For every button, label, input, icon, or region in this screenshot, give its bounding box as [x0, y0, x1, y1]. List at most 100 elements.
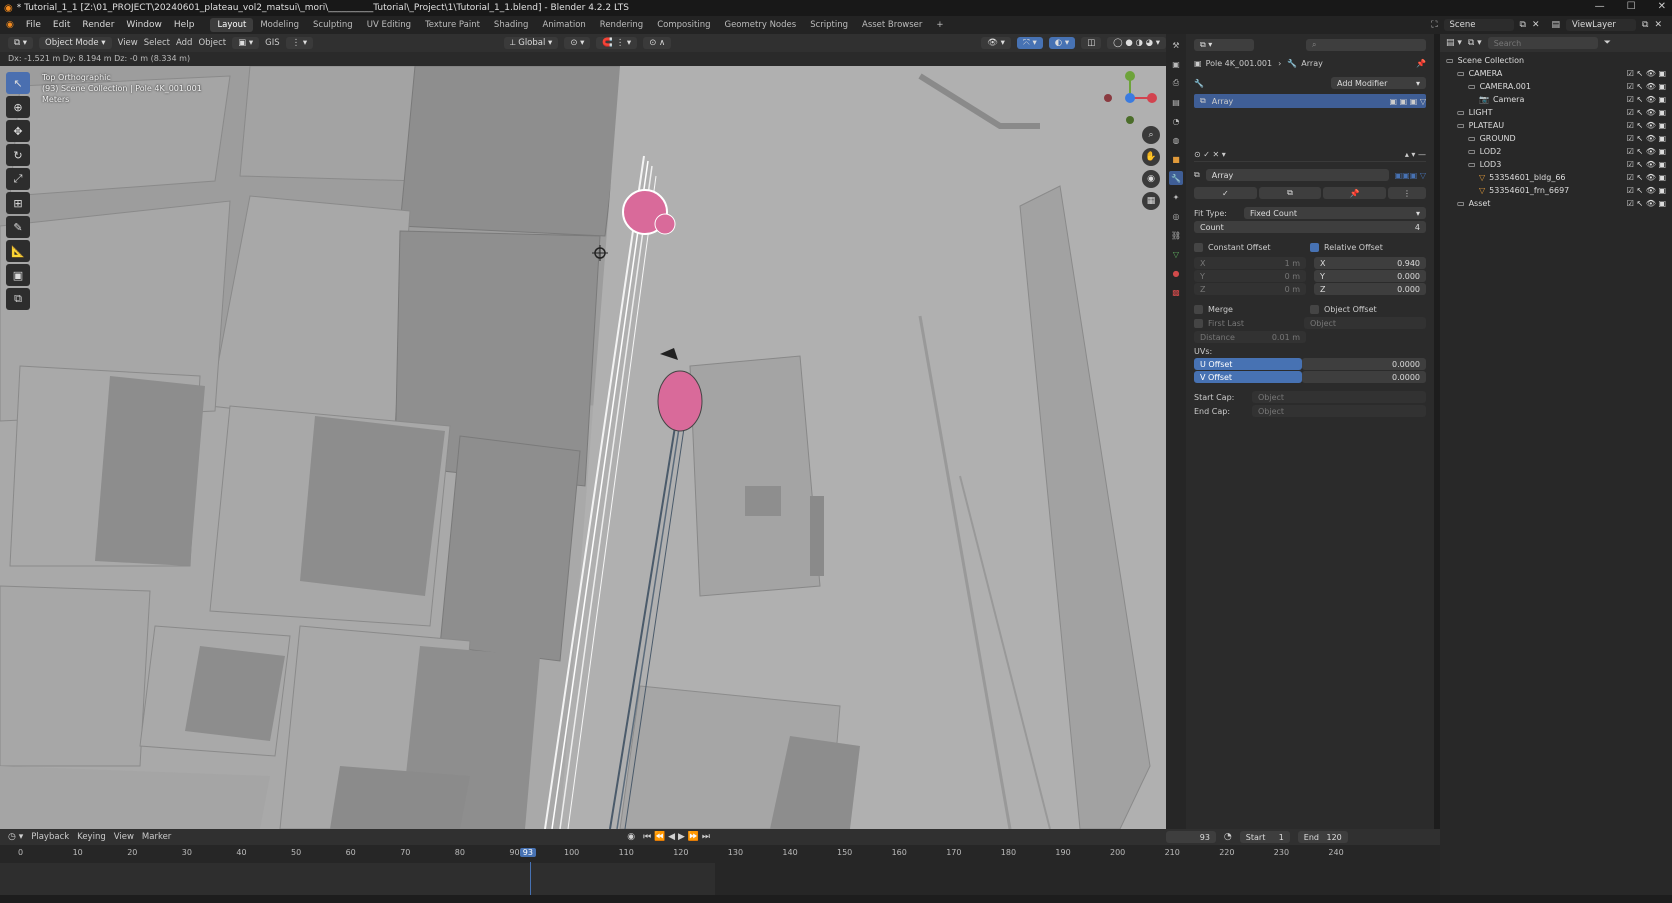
stack-toggle-icons[interactable]: ▣ ▣ ▣ ▽	[1390, 97, 1426, 106]
merge-checkbox[interactable]: Merge	[1194, 304, 1310, 314]
u-offset-field[interactable]: 0.0000	[1302, 358, 1426, 370]
offset-object-field[interactable]: Object	[1304, 317, 1426, 329]
add-modifier-button[interactable]: Add Modifier ▾	[1331, 77, 1426, 89]
physics-tab-icon[interactable]: ◎	[1169, 209, 1183, 223]
first-last-checkbox[interactable]: First Last	[1194, 318, 1304, 328]
zoom-icon[interactable]: ⌕	[1142, 126, 1160, 144]
pin-modifier-button[interactable]: 📌	[1323, 187, 1387, 199]
apply-button[interactable]: ✓	[1194, 187, 1257, 199]
modifier-name-field[interactable]: Array	[1205, 169, 1389, 181]
outliner-search-input[interactable]: Search	[1487, 37, 1598, 49]
workspace-tab-compositing[interactable]: Compositing	[650, 18, 717, 32]
props-editor-dropdown[interactable]: ⧉ ▾	[1194, 39, 1254, 51]
remove-view-layer-icon[interactable]: ✕	[1654, 20, 1662, 30]
constant-offset-x[interactable]: X1 m	[1194, 257, 1306, 269]
timeline-editor-icon[interactable]: ◷ ▾	[8, 832, 23, 842]
visibility-toggle-icons[interactable]: ☑ ↖ 👁 ▣	[1627, 82, 1666, 91]
outliner-row[interactable]: ▭ Asset ☑ ↖ 👁 ▣	[1440, 197, 1672, 210]
visibility-toggle-icons[interactable]: ☑ ↖ 👁 ▣	[1627, 134, 1666, 143]
start-frame-field[interactable]: Start 1	[1239, 831, 1290, 843]
workspace-tab-texture-paint[interactable]: Texture Paint	[418, 18, 487, 32]
transform-orientation-dropdown[interactable]: ⟂ Global ▾	[503, 37, 559, 49]
constant-offset-z[interactable]: Z0 m	[1194, 283, 1306, 295]
modifier-extra-button[interactable]: ⋮	[1388, 187, 1427, 199]
outliner-editor-icon[interactable]: ▤ ▾	[1446, 38, 1462, 48]
timeline-menu-keying[interactable]: Keying	[77, 832, 106, 842]
close-button[interactable]: ✕	[1658, 1, 1666, 12]
viewport-menu-select[interactable]: Select	[144, 38, 170, 48]
workspace-tab-uv-editing[interactable]: UV Editing	[360, 18, 418, 32]
stack-buttons[interactable]: ⊙ ✓ ✕ ▾	[1194, 150, 1226, 159]
outliner-funnel-icon[interactable]: ⏷	[1604, 38, 1611, 48]
current-frame-field[interactable]: 93	[1165, 831, 1216, 843]
merge-distance-field[interactable]: Distance 0.01 m	[1194, 331, 1306, 343]
start-cap-field[interactable]: Object	[1252, 391, 1426, 403]
render-tab-icon[interactable]: ▣	[1169, 57, 1183, 71]
gizmo-x-axis-icon[interactable]	[1147, 93, 1157, 103]
ortho-grid-icon[interactable]: ▦	[1142, 192, 1160, 210]
measure-tool[interactable]: 📐	[6, 240, 30, 262]
outliner-row[interactable]: ▽ 53354601_frn_6697 ☑ ↖ 👁 ▣	[1440, 184, 1672, 197]
view-layer-field[interactable]: ViewLayer	[1566, 19, 1637, 31]
constant-offset-y[interactable]: Y0 m	[1194, 270, 1306, 282]
outliner-row[interactable]: ▭ CAMERA ☑ ↖ 👁 ▣	[1440, 67, 1672, 80]
visibility-toggle-icons[interactable]: ☑ ↖ 👁 ▣	[1627, 160, 1666, 169]
visibility-toggle-icons[interactable]: ☑ ↖ 👁 ▣	[1627, 186, 1666, 195]
editor-type-button[interactable]: ⧉ ▾	[8, 37, 34, 49]
new-view-layer-icon[interactable]: ⧉	[1642, 20, 1648, 30]
outliner-row[interactable]: ▽ 53354601_bldg_66 ☑ ↖ 👁 ▣	[1440, 171, 1672, 184]
fit-type-dropdown[interactable]: Fixed Count ▾	[1244, 207, 1426, 219]
move-tool[interactable]: ✥	[6, 120, 30, 142]
gis-extra-dropdown[interactable]: ⋮ ▾	[285, 37, 314, 49]
constant-offset-checkbox[interactable]: Constant Offset	[1194, 242, 1310, 252]
scene-tab-icon[interactable]: ◔	[1169, 114, 1183, 128]
gis-menu[interactable]: GIS	[265, 38, 280, 48]
particles-tab-icon[interactable]: ✦	[1169, 190, 1183, 204]
workspace-tab-scripting[interactable]: Scripting	[803, 18, 855, 32]
menu-file[interactable]: File	[20, 20, 47, 30]
modifier-stack-item[interactable]: ⧉ Array ▣ ▣ ▣ ▽	[1194, 94, 1426, 108]
modifier-tab-icon[interactable]: 🔧	[1169, 171, 1183, 185]
minimize-button[interactable]: —	[1595, 1, 1605, 12]
new-scene-icon[interactable]: ⧉	[1520, 20, 1526, 30]
timeline-menu-playback[interactable]: Playback	[31, 832, 69, 842]
scene-field[interactable]: Scene	[1443, 19, 1514, 31]
visibility-toggle-icons[interactable]: ☑ ↖ 👁 ▣	[1627, 108, 1666, 117]
add-cube-tool[interactable]: ▣	[6, 264, 30, 286]
record-icon[interactable]: ◉	[627, 832, 635, 842]
relative-offset-x[interactable]: X 0.940	[1314, 257, 1426, 269]
count-field[interactable]: Count 4	[1194, 221, 1426, 233]
select-mode-dropdown[interactable]: ▣ ▾	[232, 37, 260, 49]
workspace-tab-animation[interactable]: Animation	[535, 18, 592, 32]
workspace-tab-shading[interactable]: Shading	[487, 18, 536, 32]
proportional-editing-toggle[interactable]: ⊙ ∧	[643, 37, 672, 49]
stack-move-buttons[interactable]: ▴ ▾ —	[1405, 150, 1426, 159]
pin-icon[interactable]: 📌	[1416, 59, 1426, 68]
visibility-toggle-icons[interactable]: ☑ ↖ 👁 ▣	[1627, 173, 1666, 182]
remove-scene-icon[interactable]: ✕	[1532, 20, 1540, 30]
visibility-toggle-icons[interactable]: ☑ ↖ 👁 ▣	[1627, 199, 1666, 208]
visibility-toggle-icons[interactable]: ☑ ↖ 👁 ▣	[1627, 147, 1666, 156]
end-frame-field[interactable]: End 120	[1297, 831, 1348, 843]
v-offset-field[interactable]: 0.0000	[1302, 371, 1426, 383]
outliner-row[interactable]: ▭ LOD3 ☑ ↖ 👁 ▣	[1440, 158, 1672, 171]
rotate-tool[interactable]: ↻	[6, 144, 30, 166]
visibility-toggle-icons[interactable]: ☑ ↖ 👁 ▣	[1627, 69, 1666, 78]
texture-tab-icon[interactable]: ▩	[1169, 285, 1183, 299]
navigation-gizmo[interactable]	[1102, 70, 1158, 126]
props-search-input[interactable]: ⌕	[1306, 39, 1426, 51]
workspace-tab-layout[interactable]: Layout	[210, 18, 254, 32]
xray-toggle[interactable]: ◫	[1081, 37, 1102, 49]
outliner-row[interactable]: 📷 Camera ☑ ↖ 👁 ▣	[1440, 93, 1672, 106]
data-tab-icon[interactable]: ▽	[1169, 247, 1183, 261]
visibility-toggle-icons[interactable]: ☑ ↖ 👁 ▣	[1627, 121, 1666, 130]
playhead-frame-badge[interactable]: 93	[519, 848, 536, 857]
gizmo-y-axis-icon[interactable]	[1125, 71, 1135, 81]
visibility-toggle-icons[interactable]: ☑ ↖ 👁 ▣	[1627, 95, 1666, 104]
tool-tab-icon[interactable]: ⚒	[1169, 38, 1183, 52]
camera-view-icon[interactable]: ◉	[1142, 170, 1160, 188]
viewport-menu-view[interactable]: View	[118, 38, 138, 48]
select-tool[interactable]: ↖	[6, 72, 30, 94]
outliner-row[interactable]: ▭ PLATEAU ☑ ↖ 👁 ▣	[1440, 119, 1672, 132]
blender-menu-icon[interactable]: ◉	[0, 20, 20, 30]
